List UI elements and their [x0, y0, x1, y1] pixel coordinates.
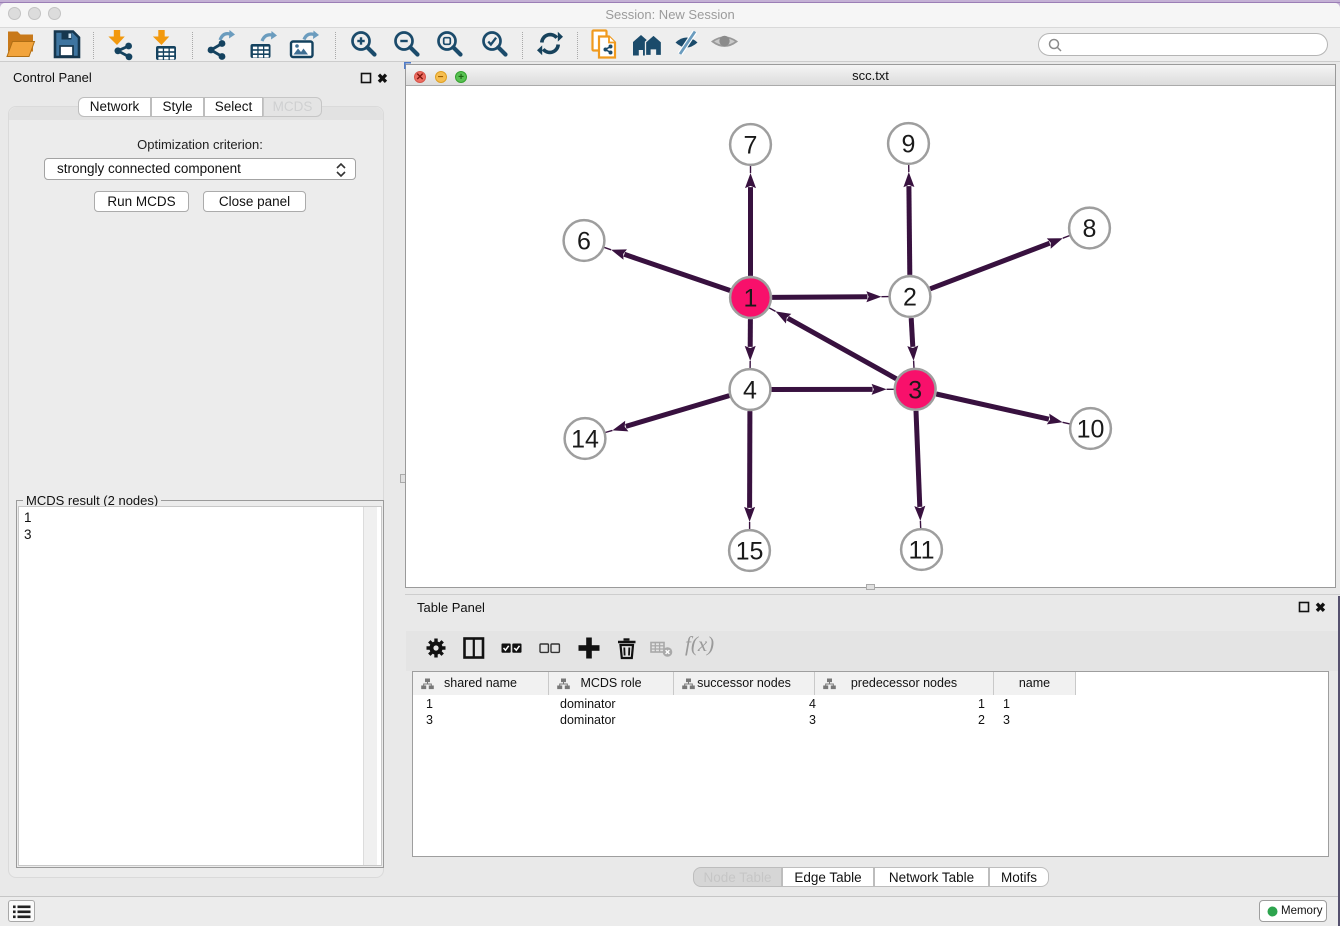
svg-text:11: 11 [909, 537, 935, 565]
svg-text:15: 15 [736, 538, 764, 566]
svg-text:6: 6 [577, 228, 591, 256]
svg-text:4: 4 [743, 377, 757, 405]
svg-text:3: 3 [908, 376, 922, 404]
svg-text:2: 2 [903, 284, 917, 312]
svg-text:7: 7 [744, 132, 758, 160]
svg-text:8: 8 [1083, 215, 1097, 243]
svg-text:✖: ✖ [1315, 601, 1326, 615]
svg-text:10: 10 [1077, 416, 1105, 444]
svg-text:14: 14 [571, 426, 599, 454]
svg-text:9: 9 [902, 131, 916, 159]
svg-text:1: 1 [744, 285, 758, 313]
svg-text:✖: ✖ [377, 72, 388, 86]
